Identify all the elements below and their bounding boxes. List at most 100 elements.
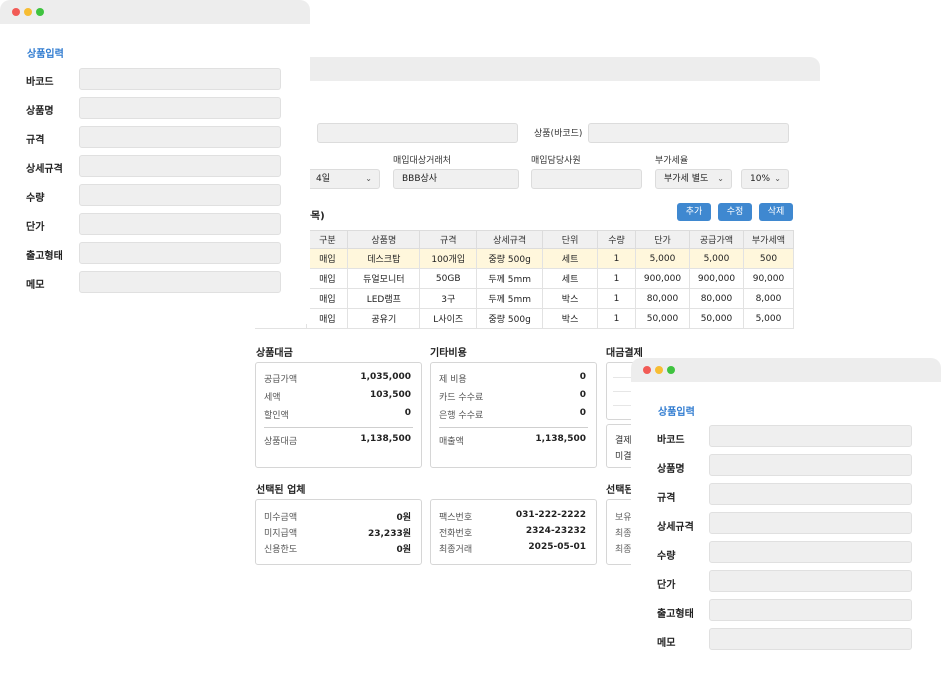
spec-input[interactable] xyxy=(79,126,281,148)
card-fee-label: 카드 수수료 xyxy=(439,393,484,403)
shipping-type-label: 출고형태 xyxy=(657,609,694,620)
minimize-icon[interactable] xyxy=(655,366,663,374)
unpaid-label: 미결 xyxy=(615,452,632,462)
barcode-label: 바코드 xyxy=(26,77,54,88)
cell: 중량 500g xyxy=(476,248,544,269)
cell: 박스 xyxy=(542,308,599,329)
edit-button[interactable]: 수정 xyxy=(718,203,752,221)
delete-button[interactable]: 삭제 xyxy=(759,203,793,221)
memo-input[interactable] xyxy=(79,271,281,293)
product-name-input[interactable] xyxy=(79,97,281,119)
maximize-icon[interactable] xyxy=(36,8,44,16)
product-name-label: 상품명 xyxy=(26,106,54,117)
cell: 1 xyxy=(597,248,636,269)
col-type[interactable]: 구분 xyxy=(306,230,349,249)
fax-value: 031-222-2222 xyxy=(515,510,586,520)
date-day-select[interactable]: 4일 ⌄ xyxy=(307,169,380,189)
col-name[interactable]: 상품명 xyxy=(347,230,421,249)
shipping-type-input[interactable] xyxy=(709,599,912,621)
stock-label: 보유 xyxy=(615,513,632,523)
maximize-icon[interactable] xyxy=(667,366,675,374)
vendor-input[interactable]: BBB상사 xyxy=(393,169,519,189)
unit-price-input[interactable] xyxy=(709,570,912,592)
col-price[interactable]: 단가 xyxy=(635,230,690,249)
cell: 8,000 xyxy=(742,288,795,309)
shipping-type-input[interactable] xyxy=(79,242,281,264)
purchase-value: 1,138,500 xyxy=(535,434,586,444)
bank-fee-value: 0 xyxy=(579,408,586,418)
chevron-down-icon: ⌄ xyxy=(717,174,724,183)
receivable-value: 0원 xyxy=(396,513,411,523)
col-detail[interactable]: 상세규격 xyxy=(476,230,544,249)
barcode-input[interactable] xyxy=(79,68,281,90)
close-icon[interactable] xyxy=(12,8,20,16)
shipping-type-label: 출고형태 xyxy=(26,251,63,262)
detail-spec-label: 상세규격 xyxy=(26,164,63,175)
fax-label: 팩스번호 xyxy=(439,513,473,523)
quantity-input[interactable] xyxy=(709,541,912,563)
chevron-down-icon: ⌄ xyxy=(365,174,372,183)
titlebar xyxy=(0,0,310,24)
cell: 세트 xyxy=(542,248,599,269)
product-name-label: 상품명 xyxy=(657,464,685,475)
unit-price-input[interactable] xyxy=(79,213,281,235)
bank-fee-label: 은행 수수료 xyxy=(439,411,484,421)
close-icon[interactable] xyxy=(643,366,651,374)
detail-spec-input[interactable] xyxy=(709,512,912,534)
col-supply[interactable]: 공급가액 xyxy=(688,230,744,249)
unit-price-label: 단가 xyxy=(657,580,676,591)
table-row[interactable]: 매입 LED램프 3구 두께 5mm 박스 1 80,000 80,000 8,… xyxy=(255,288,795,309)
vendor-contact-card: 팩스번호 031-222-2222 전화번호 2324-23232 최종거래 2025… xyxy=(430,499,597,565)
cell: 1 xyxy=(597,308,636,329)
cell: 1 xyxy=(597,288,636,309)
barcode-input[interactable] xyxy=(709,425,912,447)
vendor-label: 매입대상거래처 xyxy=(393,156,451,166)
tax-label: 세액 xyxy=(264,393,281,403)
product-amount-card: 공급가액 1,035,000 세액 103,500 할인액 0 상품대금 1,138,5… xyxy=(255,362,422,468)
divider xyxy=(439,427,588,428)
fee-value: 0 xyxy=(579,372,586,382)
col-qty[interactable]: 수량 xyxy=(597,230,636,249)
last-label-1: 최종 xyxy=(615,529,632,539)
manager-input[interactable] xyxy=(531,169,642,189)
detail-spec-input[interactable] xyxy=(79,155,281,177)
col-spec[interactable]: 규격 xyxy=(419,230,478,249)
add-button[interactable]: 추가 xyxy=(677,203,711,221)
spec-input[interactable] xyxy=(709,483,912,505)
table-row[interactable]: 매입 데스크탑 100개입 중량 500g 세트 1 5,000 5,000 5… xyxy=(255,248,795,269)
cell: 900,000 xyxy=(635,268,690,289)
memo-label: 메모 xyxy=(657,638,676,649)
product-search-input[interactable] xyxy=(317,123,518,143)
cell: 매입 xyxy=(306,288,349,309)
paid-label: 결제 xyxy=(615,436,632,446)
cell: 80,000 xyxy=(688,288,744,309)
col-tax[interactable]: 부가세액 xyxy=(742,230,795,249)
vat-rate-select[interactable]: 10% ⌄ xyxy=(741,169,789,189)
minimize-icon[interactable] xyxy=(24,8,32,16)
payment-title: 대금결제 xyxy=(606,348,643,359)
payable-label: 미지급액 xyxy=(264,529,298,539)
product-input-window-right: 상품입력 바코드 상품명 규격 상세규격 수량 단가 출고형태 메모 xyxy=(631,358,941,679)
product-name-input[interactable] xyxy=(709,454,912,476)
cell: 5,000 xyxy=(688,248,744,269)
vat-type-value: 부가세 별도 xyxy=(664,174,709,184)
vendor-balance-card: 미수금액 0원 미지급액 23,233원 신용한도 0원 xyxy=(255,499,422,565)
vat-type-select[interactable]: 부가세 별도 ⌄ xyxy=(655,169,732,189)
table-row[interactable]: 매입 듀얼모니터 50GB 두께 5mm 세트 1 900,000 900,00… xyxy=(255,268,795,289)
cell: 박스 xyxy=(542,288,599,309)
memo-input[interactable] xyxy=(709,628,912,650)
cell: 3구 xyxy=(419,288,478,309)
product-barcode-input[interactable] xyxy=(588,123,789,143)
last-trade-label: 최종거래 xyxy=(439,545,473,555)
date-day-value: 4일 xyxy=(316,174,331,184)
items-table: 구분 상품명 규격 상세규격 단위 수량 단가 공급가액 부가세액 매입 데스크… xyxy=(255,230,795,329)
other-costs-card: 제 비용 0 카드 수수료 0 은행 수수료 0 매출액 1,138,500 xyxy=(430,362,597,468)
quantity-input[interactable] xyxy=(79,184,281,206)
cell: 80,000 xyxy=(635,288,690,309)
discount-value: 0 xyxy=(404,408,411,418)
table-row[interactable]: 매입 공유기 L사이즈 중량 500g 박스 1 50,000 50,000 5… xyxy=(255,308,795,329)
col-unit[interactable]: 단위 xyxy=(542,230,599,249)
fee-label: 제 비용 xyxy=(439,375,467,385)
total-label: 상품대금 xyxy=(264,437,298,447)
card-fee-value: 0 xyxy=(579,390,586,400)
